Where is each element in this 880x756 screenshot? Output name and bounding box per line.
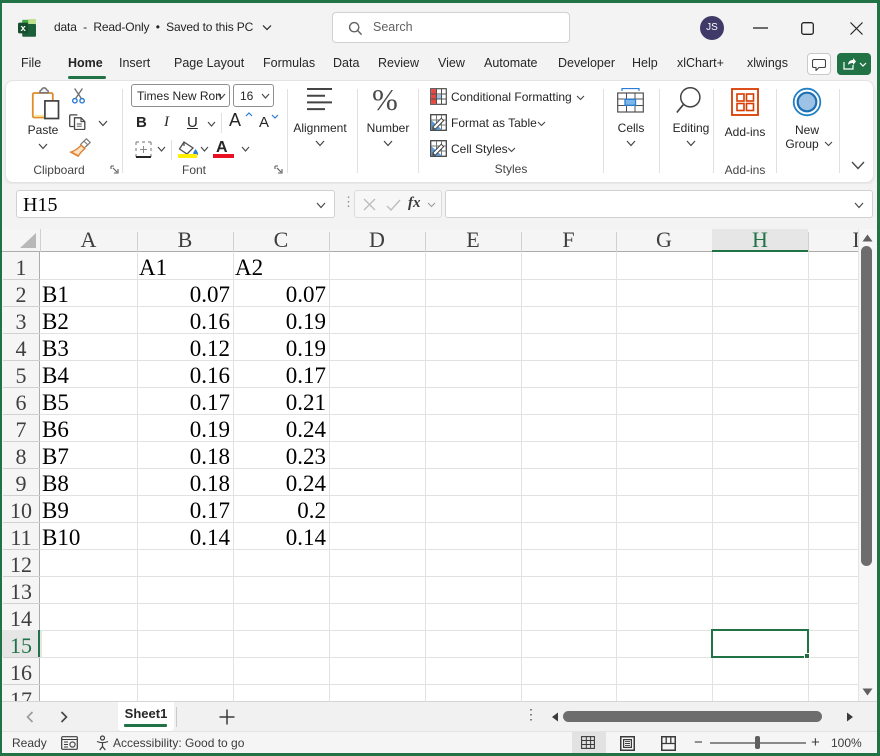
svg-text:x: x xyxy=(20,23,26,34)
